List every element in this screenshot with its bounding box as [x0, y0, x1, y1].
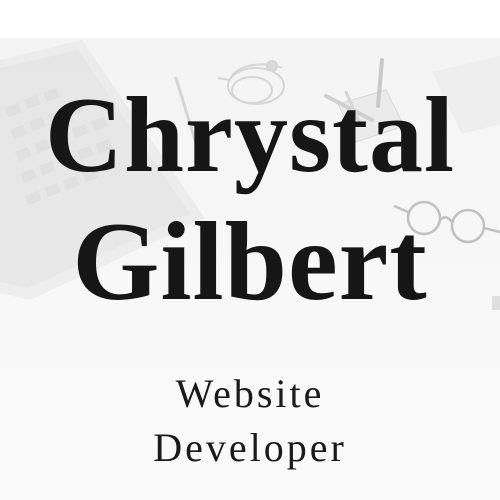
role-line-2: Developer — [153, 425, 347, 470]
first-name-heading: Chrystal — [45, 76, 455, 195]
role-line-1: Website — [175, 371, 325, 416]
last-name-heading: Gilbert — [72, 200, 428, 324]
profile-card: Chrystal Gilbert Website Developer — [0, 0, 500, 500]
